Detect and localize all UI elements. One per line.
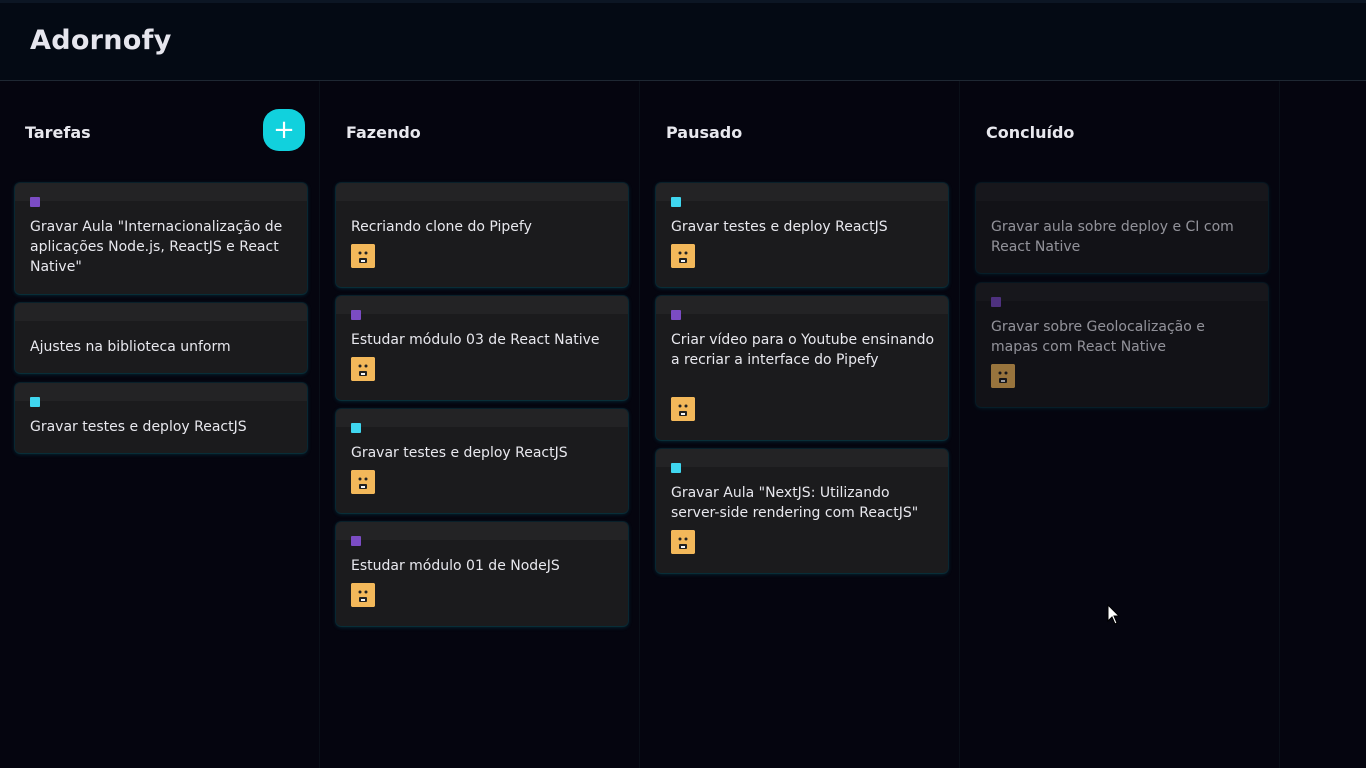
list-tarefas: Tarefas + Gravar Aula "Internacionalizaç… xyxy=(0,81,320,768)
user-avatar xyxy=(671,530,695,554)
list-pausado: Pausado Gravar testes e deploy ReactJS C… xyxy=(640,81,960,768)
user-avatar xyxy=(351,583,375,607)
label-purple xyxy=(351,536,361,546)
card[interactable]: Gravar Aula "NextJS: Utilizando server-s… xyxy=(656,449,948,573)
user-avatar xyxy=(351,470,375,494)
list-title: Tarefas xyxy=(25,123,91,142)
user-avatar xyxy=(351,244,375,268)
card-text: Ajustes na biblioteca unform xyxy=(30,339,231,355)
card-text: Gravar testes e deploy ReactJS xyxy=(671,219,888,235)
list-title: Fazendo xyxy=(346,123,421,142)
card-text: Estudar módulo 01 de NodeJS xyxy=(351,558,560,574)
label-cyan xyxy=(671,197,681,207)
label-cyan xyxy=(351,423,361,433)
label-purple xyxy=(671,310,681,320)
card[interactable]: Gravar testes e deploy ReactJS xyxy=(336,409,628,513)
app-title: Adornofy xyxy=(30,25,172,56)
mouse-cursor-icon xyxy=(1107,604,1121,625)
card-text: Gravar Aula "NextJS: Utilizando server-s… xyxy=(671,485,919,521)
card[interactable]: Gravar sobre Geolocalização e mapas com … xyxy=(976,283,1268,407)
user-avatar xyxy=(671,397,695,421)
card[interactable]: Estudar módulo 03 de React Native xyxy=(336,296,628,400)
card-text: Gravar testes e deploy ReactJS xyxy=(351,445,568,461)
card[interactable]: Gravar testes e deploy ReactJS xyxy=(656,183,948,287)
user-avatar xyxy=(991,364,1015,388)
label-purple xyxy=(351,310,361,320)
card-text: Gravar Aula "Internacionalização de apli… xyxy=(30,219,283,275)
card[interactable]: Recriando clone do Pipefy xyxy=(336,183,628,287)
list-title: Concluído xyxy=(986,123,1075,142)
label-purple xyxy=(991,297,1001,307)
label-purple xyxy=(30,197,40,207)
card-text: Gravar sobre Geolocalização e mapas com … xyxy=(991,319,1205,355)
label-cyan xyxy=(671,463,681,473)
card[interactable]: Gravar testes e deploy ReactJS xyxy=(15,383,307,453)
label-cyan xyxy=(30,397,40,407)
card-text: Recriando clone do Pipefy xyxy=(351,219,532,235)
card-text: Gravar aula sobre deploy e CI com React … xyxy=(991,219,1234,255)
list-title: Pausado xyxy=(666,123,743,142)
card-text: Gravar testes e deploy ReactJS xyxy=(30,419,247,435)
card-text: Criar vídeo para o Youtube ensinando a r… xyxy=(671,332,935,368)
card[interactable]: Estudar módulo 01 de NodeJS xyxy=(336,522,628,626)
card[interactable]: Gravar aula sobre deploy e CI com React … xyxy=(976,183,1268,273)
list-fazendo: Fazendo Recriando clone do Pipefy Estuda… xyxy=(320,81,640,768)
card-text: Estudar módulo 03 de React Native xyxy=(351,332,600,348)
user-avatar xyxy=(351,357,375,381)
add-card-button[interactable]: + xyxy=(263,109,305,151)
card[interactable]: Ajustes na biblioteca unform xyxy=(15,303,307,373)
card[interactable]: Gravar Aula "Internacionalização de apli… xyxy=(15,183,307,294)
kanban-board: Tarefas + Gravar Aula "Internacionalizaç… xyxy=(0,81,1366,768)
list-concluido: Concluído Gravar aula sobre deploy e CI … xyxy=(960,81,1280,768)
app-header: Adornofy xyxy=(0,0,1366,81)
card[interactable]: Criar vídeo para o Youtube ensinando a r… xyxy=(656,296,948,440)
user-avatar xyxy=(671,244,695,268)
